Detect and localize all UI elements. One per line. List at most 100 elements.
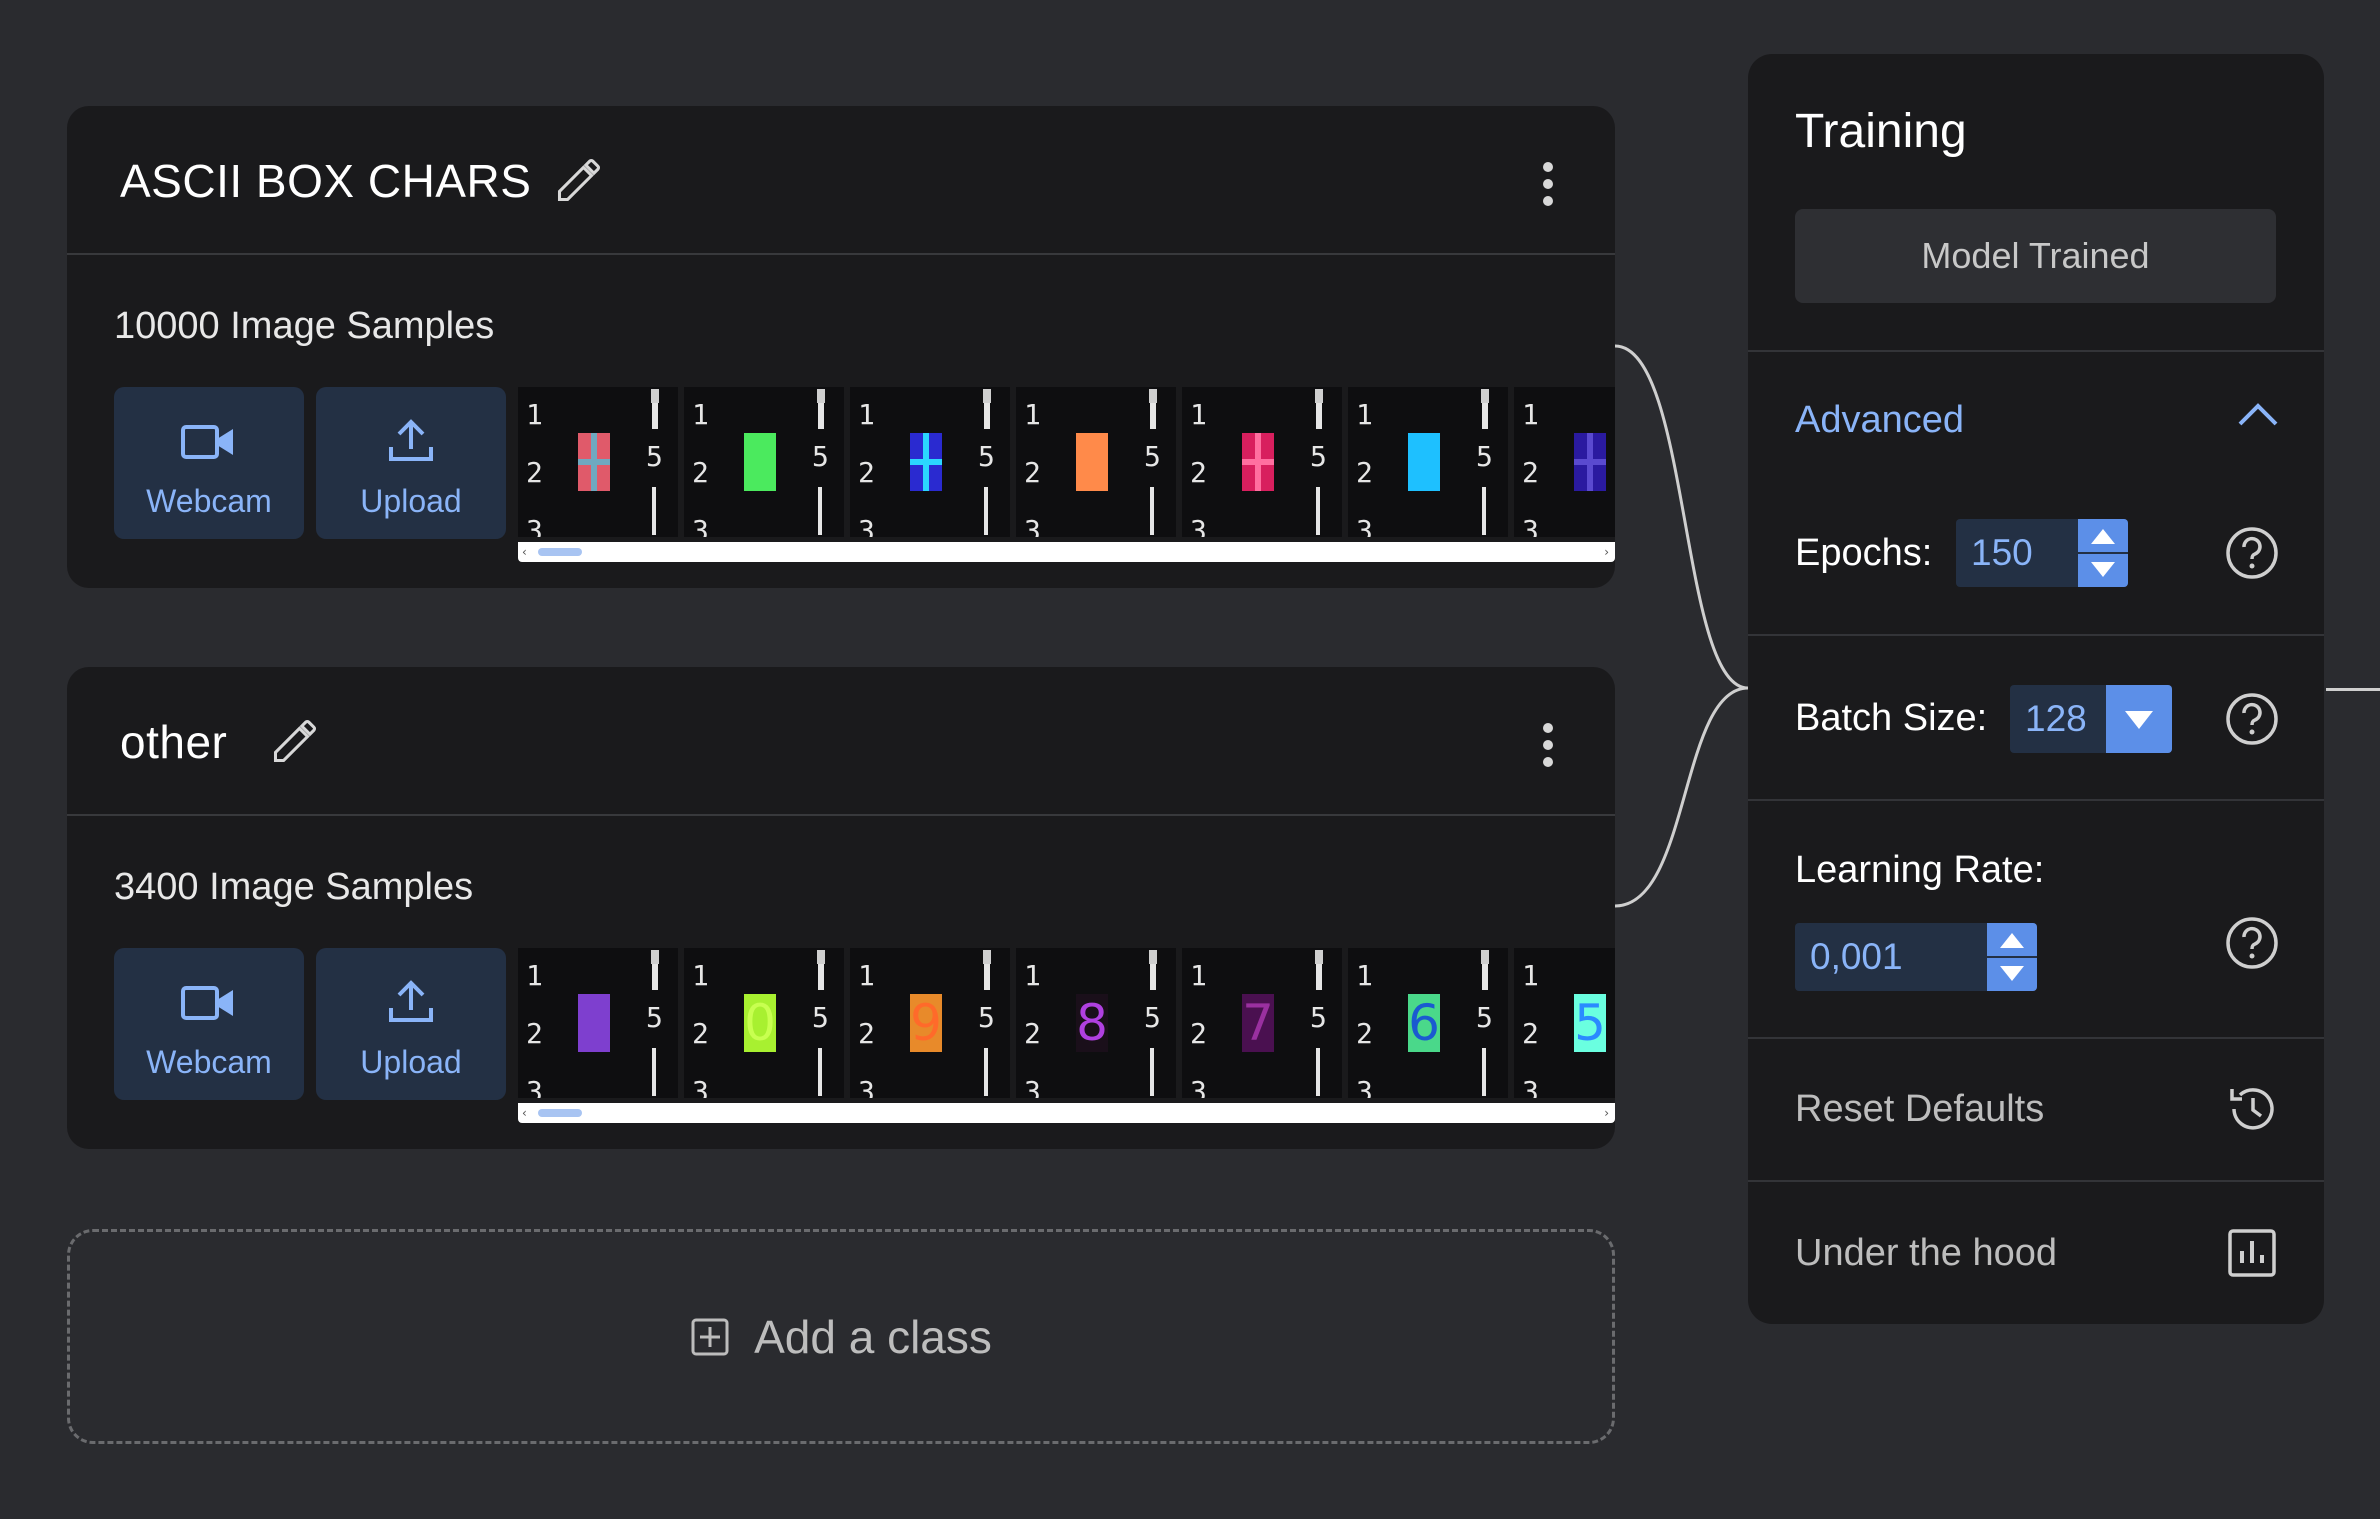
add-class-button[interactable]: Add a class: [67, 1229, 1615, 1444]
pencil-icon[interactable]: [553, 154, 605, 206]
sample-thumbnail[interactable]: 1235: [1182, 387, 1342, 537]
ruler-number: 3: [1024, 1075, 1041, 1099]
reset-defaults-button[interactable]: Reset Defaults: [1795, 1090, 2044, 1128]
dropdown-arrow-icon[interactable]: [2106, 685, 2172, 753]
webcam-button[interactable]: Webcam: [114, 387, 304, 539]
sample-thumbnails[interactable]: 1235123512351235123512351235: [518, 387, 1615, 537]
sample-glyph: [744, 433, 776, 491]
sample-thumbnail[interactable]: 1235: [518, 387, 678, 537]
ruler-number: 2: [1356, 456, 1373, 489]
ruler-number: 3: [1522, 514, 1539, 538]
help-icon[interactable]: [2224, 525, 2280, 581]
ruler-number: 2: [1024, 1017, 1041, 1050]
sample-glyph: [578, 433, 610, 491]
ruler-tick: [651, 389, 659, 429]
ruler-number: 5: [812, 1001, 829, 1034]
sample-digit: 8: [1076, 994, 1108, 1052]
upload-icon: [389, 419, 433, 461]
ruler-tick: [984, 487, 988, 535]
ruler-number: 3: [1190, 1075, 1207, 1099]
ruler-tick: [1150, 1048, 1154, 1096]
epochs-label: Epochs:: [1795, 532, 1933, 574]
sample-thumbnail[interactable]: 1 2 3 5 9: [850, 948, 1010, 1098]
bar-chart-icon[interactable]: [2224, 1225, 2280, 1281]
sample-glyph: [578, 994, 610, 1052]
epochs-input[interactable]: 150: [1956, 519, 2128, 587]
divider: [1748, 1037, 2324, 1039]
ruler-number: 1: [1356, 398, 1373, 431]
upload-label: Upload: [360, 483, 462, 519]
ruler-number: 1: [1190, 959, 1207, 992]
scroll-left-icon[interactable]: ‹: [522, 1105, 527, 1121]
class-card-header: other: [67, 667, 1615, 816]
scroll-right-icon[interactable]: ›: [1604, 544, 1609, 560]
scrollbar-thumb[interactable]: [538, 1109, 582, 1117]
sample-glyph: 0: [744, 994, 776, 1052]
webcam-button[interactable]: Webcam: [114, 948, 304, 1100]
ruler-number: 5: [1144, 440, 1161, 473]
ruler-tick: [1482, 487, 1486, 535]
ruler-number: 1: [858, 398, 875, 431]
upload-button[interactable]: Upload: [316, 387, 506, 539]
upload-button[interactable]: Upload: [316, 948, 506, 1100]
under-the-hood-button[interactable]: Under the hood: [1795, 1234, 2057, 1272]
sample-thumbnail[interactable]: 1235: [1348, 387, 1508, 537]
ruler-number: 1: [858, 959, 875, 992]
panel-title: Training: [1795, 105, 1967, 158]
batch-size-select[interactable]: 128: [2010, 685, 2172, 753]
ruler-number: 1: [526, 959, 543, 992]
sample-thumbnail[interactable]: 1 2 3 5 8: [1016, 948, 1176, 1098]
ruler-number: 5: [978, 1001, 995, 1034]
thumbnail-scrollbar[interactable]: ‹ ›: [518, 542, 1615, 562]
upload-icon: [389, 980, 433, 1022]
ruler-tick: [1316, 487, 1320, 535]
more-options-icon[interactable]: [1541, 723, 1555, 767]
sample-thumbnail[interactable]: 1 2 3 5 0: [684, 948, 844, 1098]
ruler-number: 3: [1356, 514, 1373, 538]
history-icon[interactable]: [2224, 1081, 2280, 1137]
learning-rate-input[interactable]: 0,001: [1795, 923, 2037, 991]
ruler-number: 2: [1190, 456, 1207, 489]
sample-glyph: 9: [910, 994, 942, 1052]
class-title[interactable]: other: [120, 719, 227, 765]
sample-thumbnail[interactable]: 1235: [850, 387, 1010, 537]
epochs-stepper[interactable]: [2078, 519, 2128, 587]
ruler-number: 1: [1522, 398, 1539, 431]
sample-thumbnail[interactable]: 1235: [1514, 387, 1615, 537]
help-icon[interactable]: [2224, 915, 2280, 971]
train-model-button[interactable]: Model Trained: [1795, 209, 2276, 303]
ruler-number: 3: [858, 1075, 875, 1099]
help-icon[interactable]: [2224, 691, 2280, 747]
ruler-number: 2: [1356, 1017, 1373, 1050]
learning-rate-stepper[interactable]: [1987, 923, 2037, 991]
scrollbar-thumb[interactable]: [538, 548, 582, 556]
pencil-icon[interactable]: [269, 715, 321, 767]
divider: [1748, 1180, 2324, 1182]
ruler-number: 1: [1190, 398, 1207, 431]
batch-size-value: 128: [2025, 698, 2087, 739]
scroll-left-icon[interactable]: ‹: [522, 544, 527, 560]
sample-digit: 7: [1242, 994, 1274, 1052]
ruler-tick: [818, 487, 822, 535]
class-title[interactable]: ASCII BOX CHARS: [120, 158, 531, 204]
advanced-toggle[interactable]: Advanced: [1795, 401, 1964, 439]
sample-thumbnail[interactable]: 1 2 3 5 7: [1182, 948, 1342, 1098]
ruler-number: 1: [526, 398, 543, 431]
ruler-number: 2: [1522, 456, 1539, 489]
sample-thumbnails[interactable]: 1235123501235912358123571235612355: [518, 948, 1615, 1098]
sample-thumbnail[interactable]: 1235: [684, 387, 844, 537]
ruler-number: 2: [858, 1017, 875, 1050]
sample-thumbnail[interactable]: 12355: [1514, 948, 1615, 1098]
thumbnail-scrollbar[interactable]: ‹ ›: [518, 1103, 1615, 1123]
sample-glyph: 5: [1574, 994, 1606, 1052]
webcam-label: Webcam: [146, 1044, 272, 1080]
chevron-up-icon[interactable]: [2234, 394, 2282, 434]
sample-thumbnail[interactable]: 1235: [518, 948, 678, 1098]
ruler-number: 3: [1024, 514, 1041, 538]
more-options-icon[interactable]: [1541, 162, 1555, 206]
sample-thumbnail[interactable]: 1235: [1016, 387, 1176, 537]
class-card-1: ASCII BOX CHARS 10000 Image Samples Webc…: [67, 106, 1615, 588]
output-connector: [2326, 688, 2380, 691]
sample-thumbnail[interactable]: 1 2 3 5 6: [1348, 948, 1508, 1098]
scroll-right-icon[interactable]: ›: [1604, 1105, 1609, 1121]
